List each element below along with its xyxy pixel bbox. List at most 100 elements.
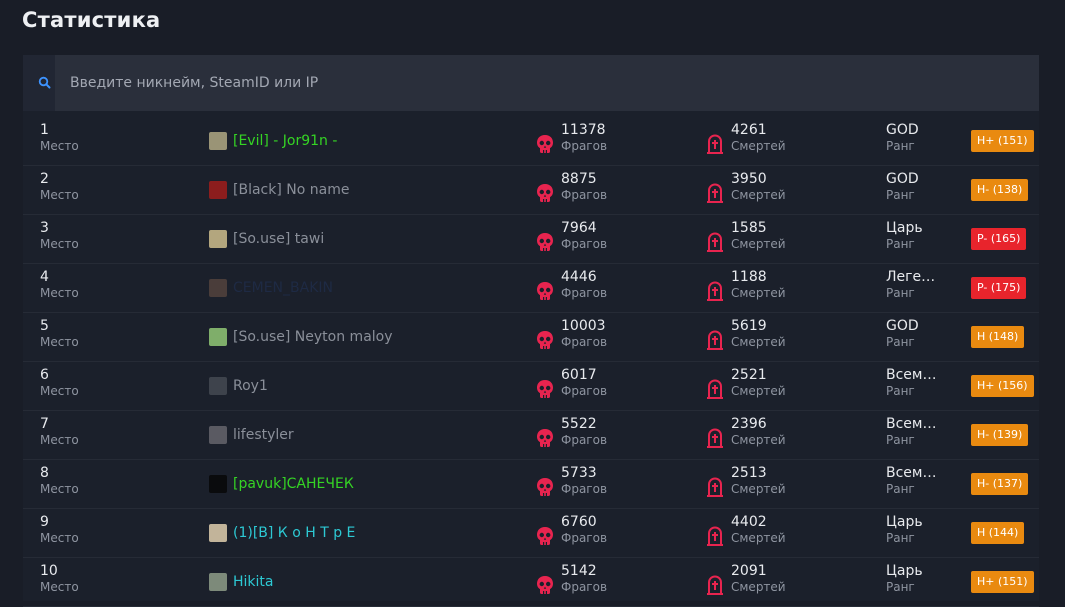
player-cell[interactable]: lifestyler [209, 411, 294, 459]
skill-badge: P- (165) [971, 228, 1027, 250]
deaths-label: Смертей [731, 286, 786, 300]
deaths-cell: 2091 Смертей [705, 563, 786, 596]
avatar[interactable] [209, 475, 227, 493]
player-cell[interactable]: CEMEN_BAKIN [209, 264, 333, 312]
table-row[interactable]: 8 Место [pavuk]САНЕЧЕК 5733 Фрагов 2513 … [23, 460, 1039, 509]
search-input[interactable] [55, 55, 1039, 111]
place-cell: 8 Место [40, 465, 79, 497]
kills-text: 5733 Фрагов [561, 465, 607, 497]
skull-icon [537, 331, 553, 349]
player-name[interactable]: [pavuk]САНЕЧЕК [233, 476, 354, 492]
place-value: 7 [40, 416, 49, 432]
skill-badge: H+ (156) [971, 375, 1034, 397]
avatar[interactable] [209, 132, 227, 150]
tombstone-icon [707, 232, 723, 252]
skull-icon [537, 282, 553, 300]
rank-cell: Легенда Ранг [886, 269, 948, 301]
table-row[interactable]: 10 Место Hikita 5142 Фрагов 2091 Смертей… [23, 558, 1039, 607]
deaths-cell: 3950 Смертей [705, 171, 786, 204]
player-cell[interactable]: [pavuk]САНЕЧЕК [209, 460, 354, 508]
table-row[interactable]: 9 Место (1)[B] К о Н Т р Е 6760 Фрагов 4… [23, 509, 1039, 558]
tombstone-icon [707, 428, 723, 448]
player-name[interactable]: lifestyler [233, 427, 294, 443]
deaths-label: Смертей [731, 237, 786, 251]
place-label: Место [40, 286, 79, 300]
avatar[interactable] [209, 524, 227, 542]
rank-label: Ранг [886, 188, 915, 202]
rank-value: GOD [886, 318, 919, 334]
player-cell[interactable]: [Evil] - Jor91n - [209, 117, 337, 165]
skull-icon [537, 478, 553, 496]
player-name[interactable]: [So.use] tawi [233, 231, 324, 247]
statistics-panel: 1 Место [Evil] - Jor91n - 11378 Фрагов [23, 55, 1039, 607]
skill-badge: H (148) [971, 326, 1025, 348]
deaths-cell: 4261 Смертей [705, 122, 786, 155]
place-value: 3 [40, 220, 49, 236]
player-name[interactable]: [Evil] - Jor91n - [233, 133, 337, 149]
deaths-value: 2396 [731, 416, 767, 432]
table-row[interactable]: 6 Место Roy1 6017 Фрагов 2521 Смертей Вс… [23, 362, 1039, 411]
deaths-cell: 1585 Смертей [705, 220, 786, 253]
rank-label: Ранг [886, 531, 915, 545]
deaths-text: 1585 Смертей [731, 220, 786, 252]
place-label: Место [40, 482, 79, 496]
avatar[interactable] [209, 426, 227, 444]
deaths-text: 2091 Смертей [731, 563, 786, 595]
skull-icon [537, 429, 553, 447]
rank-value: Всемогущий [886, 465, 940, 481]
kills-text: 11378 Фрагов [561, 122, 607, 154]
player-cell[interactable]: [So.use] tawi [209, 215, 324, 263]
table-row[interactable]: 1 Место [Evil] - Jor91n - 11378 Фрагов 4… [23, 117, 1039, 166]
rank-value: Легенда [886, 269, 940, 285]
player-cell[interactable]: Roy1 [209, 362, 268, 410]
deaths-label: Смертей [731, 384, 786, 398]
skull-icon [537, 135, 553, 153]
player-name[interactable]: CEMEN_BAKIN [233, 280, 333, 296]
avatar[interactable] [209, 377, 227, 395]
kills-cell: 5733 Фрагов [535, 465, 607, 498]
table-row[interactable]: 2 Место [Black] No name 8875 Фрагов 3950… [23, 166, 1039, 215]
search-bar [23, 55, 1039, 111]
kills-value: 5142 [561, 563, 597, 579]
table-row[interactable]: 5 Место [So.use] Neyton maloy 10003 Фраг… [23, 313, 1039, 362]
player-name[interactable]: [Black] No name [233, 182, 349, 198]
player-cell[interactable]: (1)[B] К о Н Т р Е [209, 509, 355, 557]
deaths-text: 2513 Смертей [731, 465, 786, 497]
skill-badge: H (144) [971, 522, 1025, 544]
rank-cell: GOD Ранг [886, 122, 948, 154]
avatar[interactable] [209, 230, 227, 248]
skill-badge: H- (137) [971, 473, 1029, 495]
avatar[interactable] [209, 279, 227, 297]
player-cell[interactable]: [So.use] Neyton maloy [209, 313, 393, 361]
player-name[interactable]: [So.use] Neyton maloy [233, 329, 393, 345]
player-cell[interactable]: [Black] No name [209, 166, 349, 214]
deaths-label: Смертей [731, 139, 786, 153]
deaths-cell: 2513 Смертей [705, 465, 786, 498]
place-label: Место [40, 433, 79, 447]
deaths-value: 2091 [731, 563, 767, 579]
deaths-label: Смертей [731, 580, 786, 594]
player-name[interactable]: (1)[B] К о Н Т р Е [233, 525, 355, 541]
kills-text: 10003 Фрагов [561, 318, 607, 350]
tombstone-icon [707, 477, 723, 497]
kills-cell: 5522 Фрагов [535, 416, 607, 449]
deaths-text: 4261 Смертей [731, 122, 786, 154]
avatar[interactable] [209, 328, 227, 346]
table-row[interactable]: 3 Место [So.use] tawi 7964 Фрагов 1585 С… [23, 215, 1039, 264]
rank-label: Ранг [886, 580, 915, 594]
rank-value: Царь [886, 220, 923, 236]
kills-label: Фрагов [561, 237, 608, 251]
place-label: Место [40, 237, 79, 251]
player-cell[interactable]: Hikita [209, 558, 273, 606]
table-row[interactable]: 7 Место lifestyler 5522 Фрагов 2396 Смер… [23, 411, 1039, 460]
search-icon[interactable] [37, 75, 53, 91]
deaths-text: 1188 Смертей [731, 269, 786, 301]
table-row[interactable]: 4 Место CEMEN_BAKIN 4446 Фрагов 1188 Сме… [23, 264, 1039, 313]
avatar[interactable] [209, 573, 227, 591]
player-name[interactable]: Hikita [233, 574, 273, 590]
avatar[interactable] [209, 181, 227, 199]
player-name[interactable]: Roy1 [233, 378, 268, 394]
kills-cell: 5142 Фрагов [535, 563, 607, 596]
place-cell: 3 Место [40, 220, 79, 252]
player-list: 1 Место [Evil] - Jor91n - 11378 Фрагов 4… [23, 117, 1039, 607]
